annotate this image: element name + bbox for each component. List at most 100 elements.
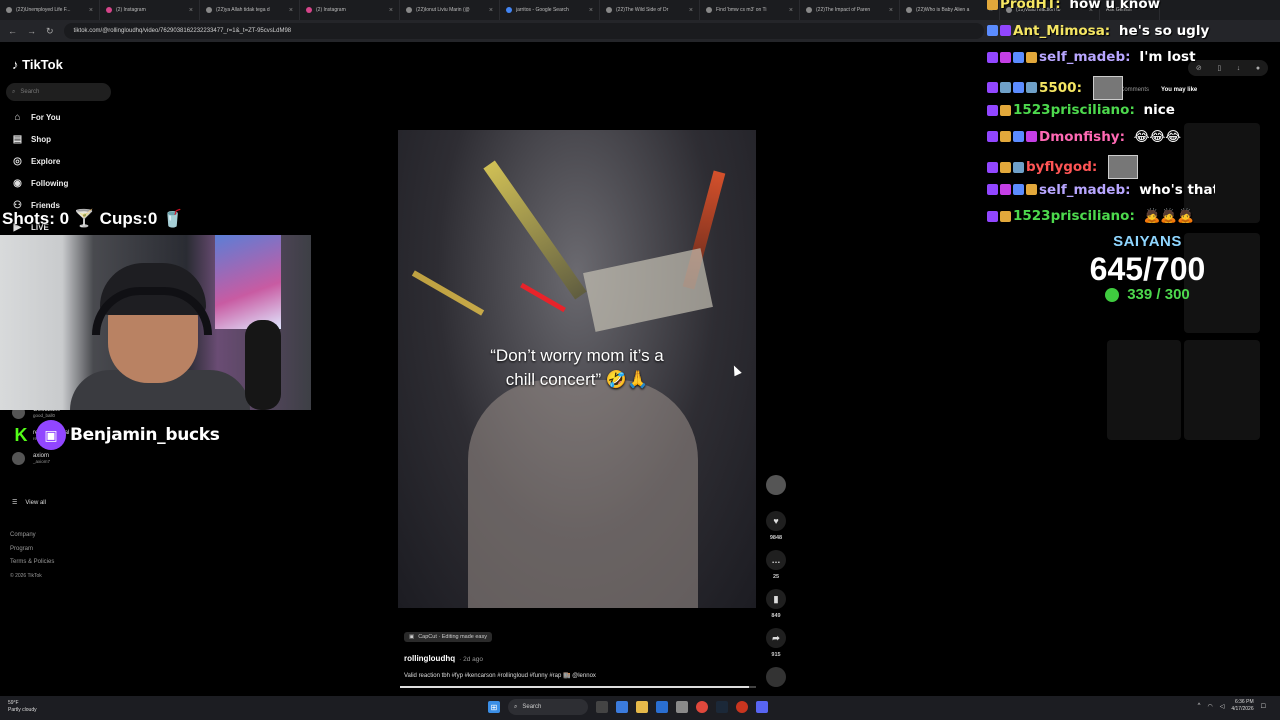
tiktok-icon	[6, 7, 12, 13]
back-icon[interactable]: ←	[8, 26, 17, 36]
tiktok-icon	[806, 7, 812, 13]
browser-tab[interactable]: (22)Unemployed Life F... ×	[0, 0, 100, 20]
taskbar-search[interactable]: ⌕ Search	[508, 699, 588, 715]
capcut-badge[interactable]: ▣ CapCut · Editing made easy	[404, 632, 492, 642]
tiktok-logo[interactable]: ♪ TikTok	[12, 57, 63, 72]
chat-text: nice	[1143, 102, 1175, 118]
download-icon[interactable]: ↓	[1237, 65, 1241, 72]
close-tab-icon[interactable]: ×	[289, 7, 293, 14]
task-view-icon[interactable]	[596, 701, 608, 713]
bookmark-button[interactable]: ▮ 849	[766, 589, 786, 619]
address-bar[interactable]: tiktok.com/@rollingloudhq/video/76290381…	[63, 23, 984, 39]
chat-badge-icon	[1026, 82, 1037, 93]
shots-cups-counter: Shots: 0 🍸 Cups:0 🥤	[2, 209, 184, 228]
browser-tab[interactable]: (22)ya Allah tidak tega d ×	[200, 0, 300, 20]
chat-emote-image	[1107, 155, 1138, 179]
edge-icon[interactable]	[616, 701, 628, 713]
goal-sub-count: 339 / 300	[1075, 286, 1220, 303]
nav-item-shop[interactable]: ▤ Shop	[12, 134, 51, 145]
search-input[interactable]: ⌕ Search	[6, 83, 111, 101]
chat-badge-icon	[1013, 82, 1024, 93]
tiktok-icon	[406, 7, 412, 13]
google-icon	[506, 7, 512, 13]
chevron-up-icon[interactable]: ^	[1198, 703, 1201, 709]
close-tab-icon[interactable]: ×	[589, 7, 593, 14]
browser-tab[interactable]: (22)The Impact of Paren ×	[800, 0, 900, 20]
footer-link: © 2026 TikTok	[10, 572, 42, 579]
close-tab-icon[interactable]: ×	[489, 7, 493, 14]
browser-tab[interactable]: (22)Ionut Liviu Marin (@ ×	[400, 0, 500, 20]
forward-icon[interactable]: →	[27, 26, 36, 36]
view-all-link[interactable]: ☰ View all	[12, 499, 46, 507]
store-icon[interactable]	[656, 701, 668, 713]
video-author[interactable]: rollingloudhq · 2d ago	[404, 654, 764, 663]
profile-avatar-icon[interactable]: ●	[1256, 65, 1260, 72]
close-tab-icon[interactable]: ×	[789, 7, 793, 14]
wifi-icon[interactable]: ◠	[1207, 703, 1212, 710]
chat-text: he's so ugly	[1118, 22, 1210, 39]
chat-message: 1523prisciliano: 🙇🙇🙇	[987, 208, 1194, 224]
clock[interactable]: 6:36 PM 4/17/2026	[1231, 699, 1253, 713]
suggested-video-card[interactable]	[1184, 340, 1260, 440]
close-tab-icon[interactable]: ×	[389, 7, 393, 14]
video-progress-bar[interactable]	[400, 686, 756, 688]
video-player[interactable]: “Don’t worry mom it’s a chill concert” 🤣…	[398, 130, 756, 608]
footer-link[interactable]: Company	[10, 532, 36, 538]
chat-badge-icon	[987, 82, 998, 93]
caption-line-1: “Don’t worry mom it’s a	[490, 346, 664, 365]
steam-icon[interactable]	[716, 701, 728, 713]
footer-link[interactable]: Terms & Policies	[10, 559, 54, 565]
chat-badge-icon	[987, 184, 998, 195]
browser-tab[interactable]: (2) Instagram ×	[100, 0, 200, 20]
avatar[interactable]	[766, 475, 786, 495]
chat-badge-icon	[1026, 131, 1037, 142]
windows-start-icon[interactable]: ⊞	[488, 701, 500, 713]
nav-item-following[interactable]: ◉ Following	[12, 178, 68, 189]
nav-item-explore[interactable]: ◎ Explore	[12, 156, 60, 167]
following-account[interactable]: axiom _axiom7	[12, 452, 50, 465]
weather-widget[interactable]: 59°F Partly cloudy	[8, 700, 37, 714]
video-stage-light	[483, 160, 587, 300]
sound-disc[interactable]	[766, 667, 786, 687]
chat-message: 5500:	[987, 75, 1123, 100]
settings-icon[interactable]	[676, 701, 688, 713]
suggested-video-card[interactable]	[1107, 340, 1181, 440]
nav-item-for-you[interactable]: ⌂ For You	[12, 112, 60, 123]
footer-link[interactable]: Program	[10, 546, 33, 552]
chat-username: byflygod:	[1026, 159, 1098, 175]
phone-icon[interactable]: ▯	[1217, 64, 1221, 72]
chat-badge-icon	[1000, 104, 1011, 116]
close-tab-icon[interactable]: ×	[189, 7, 193, 14]
browser-tab[interactable]: jarritos - Google Search ×	[500, 0, 600, 20]
chat-username: 1523prisciliano:	[1013, 102, 1135, 118]
discord-icon[interactable]	[756, 701, 768, 713]
file-explorer-icon[interactable]	[636, 701, 648, 713]
account-handle: _axiom7	[33, 459, 51, 464]
heart-button[interactable]: ♥ 9848	[766, 511, 786, 541]
close-tab-icon[interactable]: ×	[89, 7, 93, 14]
share-button[interactable]: ➦ 915	[766, 628, 786, 658]
list-icon: ☰	[12, 500, 18, 506]
browser-tab[interactable]: Find 'bmw cs m3' on Ti ×	[700, 0, 800, 20]
obs-icon[interactable]	[736, 701, 748, 713]
compass-icon: ◎	[13, 156, 22, 167]
comment-button[interactable]: … 25	[766, 550, 786, 580]
browser-tab[interactable]: (22)The Wild Side of Dr ×	[600, 0, 700, 20]
chat-badge-icon	[1000, 210, 1011, 222]
creator-avatar[interactable]	[766, 475, 786, 495]
caption-line-2: chill concert” 🤣🙏	[505, 370, 649, 389]
chat-badge-icon	[987, 161, 998, 173]
close-tab-icon[interactable]: ×	[889, 7, 893, 14]
chat-text: how u know	[1069, 0, 1161, 12]
chat-username: 1523prisciliano:	[1013, 208, 1135, 224]
chat-badge-icon	[1000, 131, 1011, 142]
browser-tab[interactable]: (2) Instagram ×	[300, 0, 400, 20]
chat-badge-icon	[987, 210, 998, 222]
share-icon: ➦	[766, 628, 786, 648]
stream-chat-overlay: ProdHT: how u know Ant_Mimosa: he's so ug…	[985, 0, 1215, 225]
chrome-icon[interactable]	[696, 701, 708, 713]
volume-icon[interactable]: ◁	[1220, 703, 1225, 710]
close-tab-icon[interactable]: ×	[689, 7, 693, 14]
notification-icon[interactable]: ☐	[1261, 703, 1266, 710]
reload-icon[interactable]: ↻	[46, 26, 54, 37]
